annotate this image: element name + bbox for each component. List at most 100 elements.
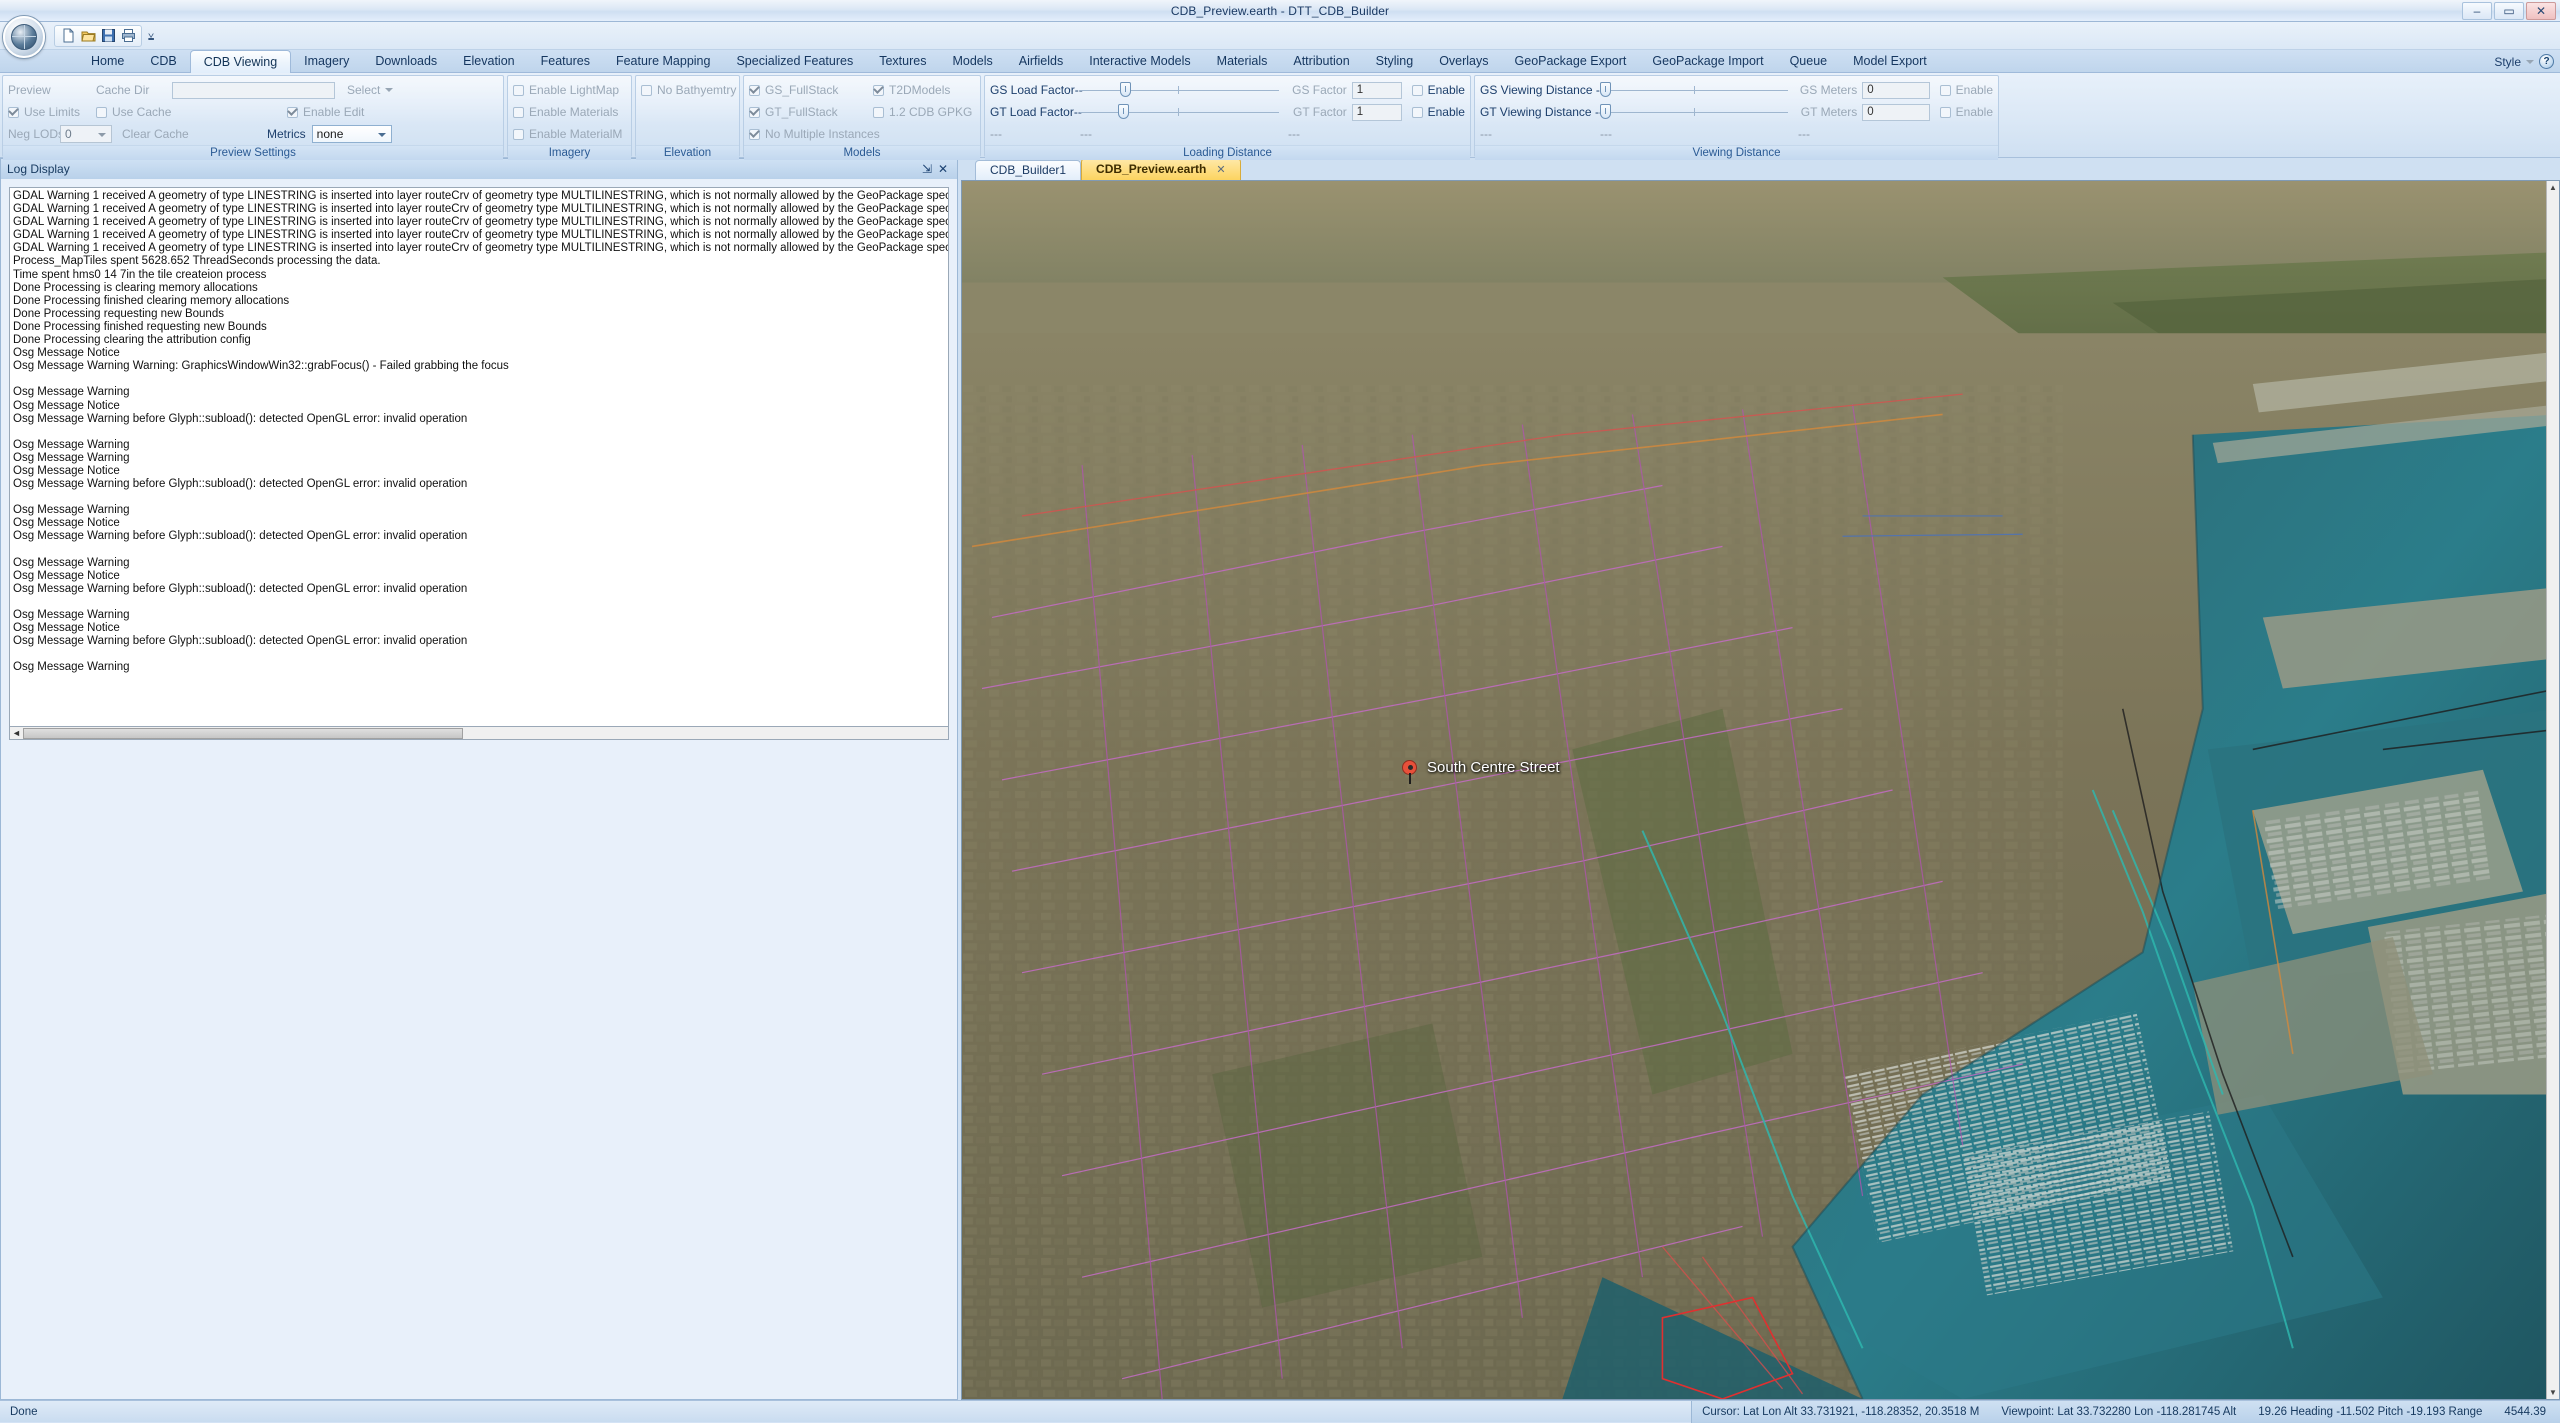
clear-cache-button[interactable]: Clear Cache [122,127,282,141]
style-caret[interactable] [2526,59,2534,64]
close-button[interactable]: ✕ [2526,2,2556,20]
gs-viewing-distance-slider[interactable] [1600,81,1788,99]
doc-tab-cdb-builder1[interactable]: CDB_Builder1 [975,160,1082,180]
gs-meters-input[interactable]: 0 [1862,81,1930,99]
tab-interactive-models[interactable]: Interactive Models [1076,51,1203,72]
no-bathymetry-checkbox[interactable]: No Bathyemtry [641,79,737,101]
tab-textures[interactable]: Textures [866,51,939,72]
viewport-vertical-scrollbar[interactable]: ▲ ▼ [2546,181,2559,1399]
t2dmodels-checkbox[interactable]: T2DModels [873,83,950,97]
select-dropdown[interactable]: Select [347,83,394,97]
tab-styling[interactable]: Styling [1363,51,1427,72]
tab-cdb-viewing[interactable]: CDB Viewing [189,50,292,73]
gt-enable-checkbox[interactable]: Enable [1411,105,1465,119]
group-models: GS_FullStack T2DModels GT_FullStack 1.2 … [743,75,981,160]
loading-dash-left: --- [990,127,1002,141]
checkbox-icon [749,106,760,118]
maximize-button[interactable]: ▭ [2494,2,2524,20]
gs-fullstack-checkbox[interactable]: GS_FullStack [749,83,873,97]
tab-feature-mapping[interactable]: Feature Mapping [603,51,724,72]
log-line: Osg Message Warning [13,504,130,517]
style-menu[interactable]: Style ? [2494,54,2554,69]
new-document-icon[interactable] [59,27,77,45]
gt-viewing-enable-checkbox[interactable]: Enable [1939,105,1993,119]
no-multiple-instances-checkbox[interactable]: No Multiple Instances [749,123,975,145]
scroll-left-icon[interactable]: ◄ [10,728,23,739]
tab-queue[interactable]: Queue [1777,51,1841,72]
tab-materials[interactable]: Materials [1204,51,1281,72]
neg-lods-select[interactable]: 0 [60,125,112,143]
cdb-gpkg-checkbox[interactable]: 1.2 CDB GPKG [873,105,972,119]
close-icon[interactable]: ✕ [935,162,951,176]
gs-viewing-enable-checkbox[interactable]: Enable [1939,83,1993,97]
log-line: Osg Message Notice [13,622,120,635]
no-bathymetry-label: No Bathyemtry [657,83,737,97]
gt-meters-input[interactable]: 0 [1862,103,1930,121]
log-horizontal-scrollbar[interactable]: ◄ [9,727,949,740]
tab-features[interactable]: Features [528,51,603,72]
tab-geopackage-import[interactable]: GeoPackage Import [1639,51,1776,72]
tab-imagery[interactable]: Imagery [291,51,362,72]
doc-tab-close-icon[interactable]: ✕ [1216,163,1225,176]
gt-fullstack-checkbox[interactable]: GT_FullStack [749,105,873,119]
gs-load-factor-slider[interactable] [1080,81,1280,99]
checkbox-icon [749,128,760,140]
title-bar: CDB_Preview.earth - DTT_CDB_Builder – ▭ … [0,0,2560,22]
quick-access-overflow-icon[interactable]: ⩣ [148,30,154,41]
tab-elevation[interactable]: Elevation [450,51,527,72]
doc-tab-cdb-preview-earth[interactable]: CDB_Preview.earth ✕ [1081,158,1241,180]
print-icon[interactable] [119,27,137,45]
tab-airfields[interactable]: Airfields [1006,51,1076,72]
gs-enable-checkbox[interactable]: Enable [1411,83,1465,97]
gt-load-factor-slider[interactable] [1080,103,1280,121]
use-limits-label: Use Limits [24,105,81,119]
use-limits-checkbox[interactable]: Use Limits [8,105,96,119]
3d-viewport[interactable]: South Centre Street ▲ ▼ [961,180,2560,1400]
tab-models[interactable]: Models [939,51,1005,72]
group-elevation: No Bathyemtry Elevation [635,75,740,160]
gt-viewing-distance-slider[interactable] [1600,103,1788,121]
gs-fullstack-label: GS_FullStack [765,83,839,97]
viewing-dash-right: --- [1798,127,1810,141]
enable-materialm-checkbox[interactable]: Enable MaterialM [513,123,626,145]
metrics-select[interactable]: none [311,125,392,143]
cache-dir-input[interactable] [172,81,335,99]
map-marker[interactable]: South Centre Street [1402,759,1560,784]
tab-overlays[interactable]: Overlays [1426,51,1501,72]
tab-downloads[interactable]: Downloads [362,51,450,72]
minimize-button[interactable]: – [2462,2,2492,20]
open-folder-icon[interactable] [79,27,97,45]
t2dmodels-label: T2DModels [889,83,951,97]
gt-meters-label: GT Meters [1800,105,1858,119]
tab-home[interactable]: Home [78,51,137,72]
tab-cdb[interactable]: CDB [137,51,189,72]
gs-factor-input[interactable]: 1 [1351,81,1402,99]
enable-lightmap-checkbox[interactable]: Enable LightMap [513,79,626,101]
scrollbar-thumb[interactable] [23,727,463,739]
log-line: Osg Message Warning [13,609,130,621]
enable-materials-checkbox[interactable]: Enable Materials [513,101,626,123]
checkbox-icon [641,84,652,96]
scroll-down-icon[interactable]: ▼ [2547,1386,2559,1399]
log-display-title: Log Display [7,162,70,176]
group-imagery: Enable LightMap Enable Materials Enable … [507,75,632,160]
gt-factor-input[interactable]: 1 [1351,103,1402,121]
checkbox-icon [873,106,884,118]
doc-tab-label: CDB_Preview.earth [1096,162,1207,176]
pin-icon[interactable]: ⇲ [919,162,935,176]
tab-model-export[interactable]: Model Export [1840,51,1940,72]
tab-geopackage-export[interactable]: GeoPackage Export [1502,51,1640,72]
log-text-area[interactable]: GDAL Warning 1 received A geometry of ty… [9,187,949,727]
tab-specialized-features[interactable]: Specialized Features [723,51,866,72]
map-marker-label: South Centre Street [1427,759,1560,776]
help-icon[interactable]: ? [2539,54,2554,69]
application-menu-button[interactable] [3,16,45,58]
viewing-dash-left: --- [1480,127,1492,141]
enable-edit-checkbox[interactable]: Enable Edit [287,105,364,119]
group-preview-settings: Preview Cache Dir Select Use Limits Use … [2,75,504,160]
tab-attribution[interactable]: Attribution [1280,51,1362,72]
group-title-elevation: Elevation [636,145,739,160]
use-cache-checkbox[interactable]: Use Cache [96,105,235,119]
save-disk-icon[interactable] [99,27,117,45]
scroll-up-icon[interactable]: ▲ [2547,181,2559,194]
